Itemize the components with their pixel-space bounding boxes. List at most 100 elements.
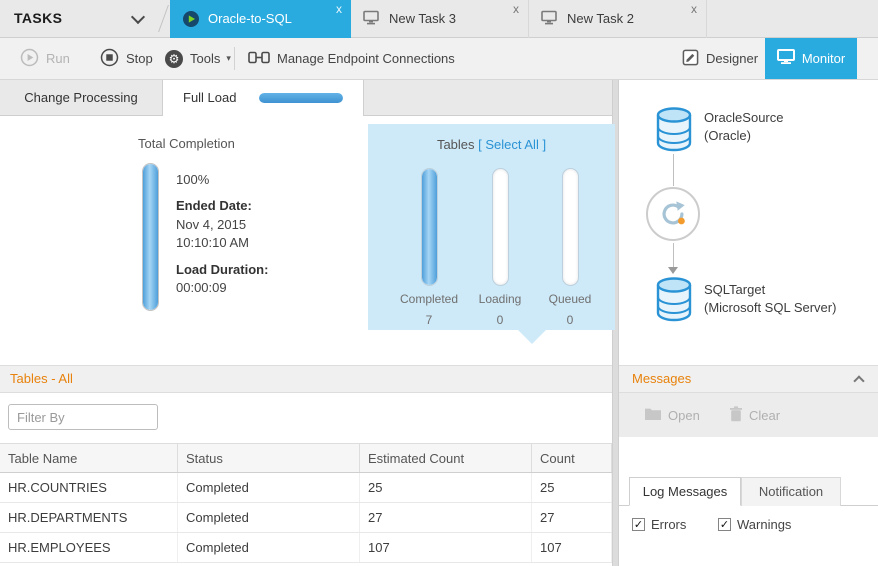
table-row[interactable]: HR.EMPLOYEES Completed 107 107 bbox=[0, 533, 612, 563]
clear-label: Clear bbox=[749, 408, 780, 423]
warnings-checkbox-group[interactable]: ✓ Warnings bbox=[718, 517, 791, 532]
ended-date-value: Nov 4, 2015 bbox=[176, 217, 246, 232]
task-tab-bar: TASKS Oracle-to-SQL x New Task 3 x New T… bbox=[0, 0, 878, 38]
close-icon[interactable]: x bbox=[336, 2, 342, 16]
task-tab-new-task-2[interactable]: New Task 2 x bbox=[529, 0, 707, 38]
stop-label: Stop bbox=[126, 51, 153, 66]
task-tab-label: New Task 3 bbox=[389, 0, 456, 37]
total-completion-fill bbox=[143, 164, 158, 310]
tools-label: Tools bbox=[190, 51, 220, 66]
errors-checkbox-group[interactable]: ✓ Errors bbox=[632, 517, 686, 532]
collapse-chevron-icon[interactable] bbox=[853, 375, 864, 386]
completed-bar-fill bbox=[422, 169, 437, 285]
task-monitor-icon bbox=[363, 10, 381, 28]
source-type: (Oracle) bbox=[704, 128, 751, 143]
folder-icon bbox=[644, 407, 662, 424]
total-completion-bar bbox=[142, 163, 159, 311]
table-header-row: Table Name Status Estimated Count Count bbox=[0, 443, 612, 473]
trash-icon bbox=[729, 406, 743, 425]
column-header-table-name[interactable]: Table Name bbox=[0, 444, 178, 472]
load-duration-label: Load Duration: bbox=[176, 262, 268, 277]
play-circle-icon bbox=[20, 48, 39, 70]
designer-icon bbox=[682, 49, 699, 69]
total-completion-label: Total Completion bbox=[138, 136, 235, 151]
replication-status-icon[interactable] bbox=[646, 187, 700, 241]
monitor-icon bbox=[777, 49, 795, 68]
tools-menu-button[interactable]: ⚙ Tools ▾ bbox=[165, 38, 231, 79]
task-tab-label: Oracle-to-SQL bbox=[208, 0, 292, 37]
open-button[interactable]: Open bbox=[644, 393, 700, 437]
completed-bar-label: Completed bbox=[394, 292, 464, 306]
cell-estimated-count: 25 bbox=[360, 473, 532, 502]
app-window: TASKS Oracle-to-SQL x New Task 3 x New T… bbox=[0, 0, 878, 566]
target-database-icon[interactable] bbox=[654, 276, 694, 322]
messages-header: Messages bbox=[619, 365, 878, 393]
close-icon[interactable]: x bbox=[691, 2, 697, 16]
tables-grid-title: Tables - All bbox=[0, 365, 612, 393]
errors-checkbox[interactable]: ✓ bbox=[632, 518, 645, 531]
tables-overview-header: Tables [ Select All ] bbox=[368, 137, 615, 152]
arrow-down-icon bbox=[668, 267, 678, 274]
open-label: Open bbox=[668, 408, 700, 423]
ended-date-label: Ended Date: bbox=[176, 198, 252, 213]
select-all-link[interactable]: [ Select All ] bbox=[478, 137, 546, 152]
column-header-count[interactable]: Count bbox=[532, 444, 612, 472]
warnings-checkbox[interactable]: ✓ bbox=[718, 518, 731, 531]
queued-bar[interactable] bbox=[562, 168, 579, 286]
tab-log-messages[interactable]: Log Messages bbox=[629, 477, 741, 506]
cell-estimated-count: 27 bbox=[360, 503, 532, 532]
cell-status: Completed bbox=[178, 473, 360, 502]
full-load-progress-bar bbox=[259, 93, 343, 103]
full-load-label: Full Load bbox=[183, 80, 236, 115]
run-button[interactable]: Run bbox=[20, 38, 70, 79]
task-tab-label: New Task 2 bbox=[567, 0, 634, 37]
column-header-estimated-count[interactable]: Estimated Count bbox=[360, 444, 532, 472]
cell-table-name: HR.DEPARTMENTS bbox=[0, 503, 178, 532]
designer-button[interactable]: Designer bbox=[682, 38, 758, 79]
source-name: OracleSource bbox=[704, 110, 783, 125]
filter-input[interactable] bbox=[8, 404, 158, 430]
manage-endpoint-connections-button[interactable]: Manage Endpoint Connections bbox=[248, 38, 455, 79]
right-panel: OracleSource (Oracle) SQLTarget (Microso… bbox=[619, 80, 878, 566]
toolbar-separator bbox=[234, 47, 235, 70]
tasks-menu-label[interactable]: TASKS bbox=[14, 0, 62, 37]
task-tab-oracle-to-sql[interactable]: Oracle-to-SQL x bbox=[170, 0, 351, 38]
column-header-status[interactable]: Status bbox=[178, 444, 360, 472]
tab-notification[interactable]: Notification bbox=[741, 477, 841, 506]
cell-table-name: HR.COUNTRIES bbox=[0, 473, 178, 502]
tables-overview-panel: Tables [ Select All ] Completed Loading … bbox=[368, 124, 615, 330]
warnings-label: Warnings bbox=[737, 517, 791, 532]
tab-change-processing[interactable]: Change Processing bbox=[0, 80, 162, 116]
panel-pointer-arrow bbox=[518, 330, 546, 344]
table-row[interactable]: HR.DEPARTMENTS Completed 27 27 bbox=[0, 503, 612, 533]
loading-bar[interactable] bbox=[492, 168, 509, 286]
run-label: Run bbox=[46, 51, 70, 66]
queued-bar-label: Queued bbox=[535, 292, 605, 306]
stop-circle-icon bbox=[100, 48, 119, 70]
tab-full-load[interactable]: Full Load bbox=[162, 80, 364, 116]
loading-bar-label: Loading bbox=[465, 292, 535, 306]
close-icon[interactable]: x bbox=[513, 2, 519, 16]
task-tab-new-task-3[interactable]: New Task 3 x bbox=[351, 0, 529, 38]
cell-count: 27 bbox=[532, 503, 612, 532]
clear-button[interactable]: Clear bbox=[729, 393, 780, 437]
messages-title: Messages bbox=[632, 371, 691, 386]
designer-label: Designer bbox=[706, 51, 758, 66]
tasks-dropdown-button[interactable] bbox=[118, 0, 160, 37]
target-type: (Microsoft SQL Server) bbox=[704, 300, 836, 315]
monitor-button[interactable]: Monitor bbox=[765, 38, 857, 79]
toolbar: Run Stop ⚙ Tools ▾ Manage Endpoint Conne… bbox=[0, 38, 878, 80]
connector-line bbox=[673, 243, 674, 268]
full-load-progress-fill bbox=[259, 93, 343, 103]
monitor-label: Monitor bbox=[802, 51, 845, 66]
cell-status: Completed bbox=[178, 533, 360, 562]
completed-bar[interactable] bbox=[421, 168, 438, 286]
table-row[interactable]: HR.COUNTRIES Completed 25 25 bbox=[0, 473, 612, 503]
cell-count: 107 bbox=[532, 533, 612, 562]
ended-time-value: 10:10:10 AM bbox=[176, 235, 249, 250]
loading-bar-value: 0 bbox=[465, 313, 535, 327]
stop-button[interactable]: Stop bbox=[100, 38, 153, 79]
source-database-icon[interactable] bbox=[654, 106, 694, 152]
cell-count: 25 bbox=[532, 473, 612, 502]
cell-table-name: HR.EMPLOYEES bbox=[0, 533, 178, 562]
